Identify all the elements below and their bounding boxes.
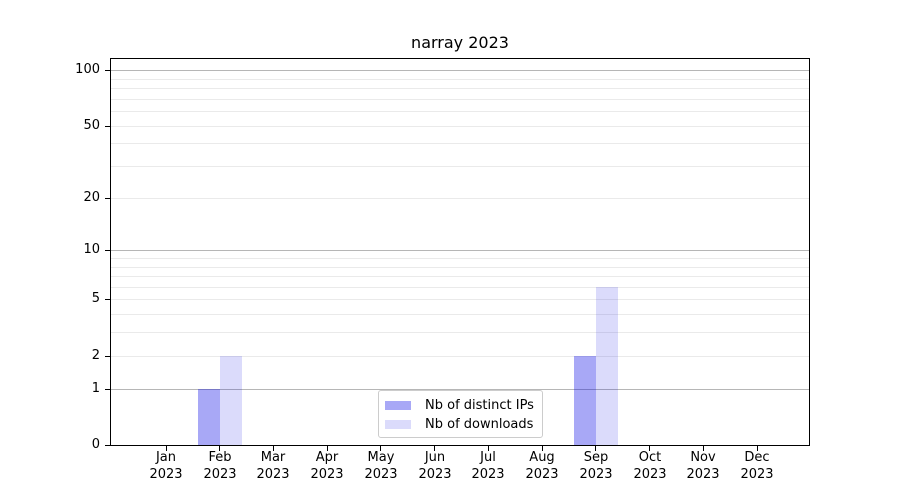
legend-item: Nb of downloads	[385, 415, 536, 434]
y-tick-label: 1	[52, 380, 100, 398]
gridline-minor	[111, 276, 809, 277]
x-tick-label-nov: Nov2023	[673, 449, 733, 483]
gridline-minor	[111, 287, 809, 288]
x-tick-label-apr: Apr2023	[297, 449, 357, 483]
x-tick-label-jul: Jul2023	[458, 449, 518, 483]
gridline-minor	[111, 198, 809, 199]
y-tick-label: 0	[52, 436, 100, 454]
gridline-minor	[111, 143, 809, 144]
x-tick-label-jun: Jun2023	[405, 449, 465, 483]
gridline-minor	[111, 356, 809, 357]
x-tick-label-oct: Oct2023	[620, 449, 680, 483]
y-tick-label: 2	[52, 347, 100, 365]
bar-feb-downloads	[220, 356, 242, 445]
gridline-minor	[111, 258, 809, 259]
y-tick-mark	[105, 198, 111, 199]
legend-swatch-downloads	[385, 420, 411, 429]
gridline-minor	[111, 332, 809, 333]
y-tick-label: 5	[52, 290, 100, 308]
y-tick-mark	[105, 299, 111, 300]
gridline-major	[111, 70, 809, 71]
y-tick-mark	[105, 70, 111, 71]
bar-sep-downloads	[596, 287, 618, 445]
x-tick-label-dec: Dec2023	[727, 449, 787, 483]
legend-label: Nb of downloads	[425, 415, 533, 434]
y-tick-mark	[105, 356, 111, 357]
y-tick-mark	[105, 126, 111, 127]
gridline-minor	[111, 314, 809, 315]
y-tick-mark	[105, 389, 111, 390]
legend: Nb of distinct IPs Nb of downloads	[378, 390, 543, 438]
chart-figure: narray 2023 0125102050100Jan2023Feb2023M…	[0, 0, 900, 500]
y-tick-label: 100	[52, 61, 100, 79]
gridline-minor	[111, 99, 809, 100]
plot-area	[110, 58, 810, 446]
gridline-minor	[111, 79, 809, 80]
x-tick-label-mar: Mar2023	[243, 449, 303, 483]
x-tick-label-aug: Aug2023	[512, 449, 572, 483]
chart-title: narray 2023	[110, 34, 810, 52]
gridline-minor	[111, 166, 809, 167]
x-tick-label-feb: Feb2023	[190, 449, 250, 483]
x-tick-label-may: May2023	[351, 449, 411, 483]
y-tick-label: 20	[52, 189, 100, 207]
gridline-major	[111, 250, 809, 251]
y-tick-label: 50	[52, 117, 100, 135]
x-tick-label-jan: Jan2023	[136, 449, 196, 483]
gridline-minor	[111, 111, 809, 112]
y-tick-mark	[105, 250, 111, 251]
gridline-minor	[111, 126, 809, 127]
legend-item: Nb of distinct IPs	[385, 396, 536, 415]
bar-sep-distinct-ips	[574, 356, 596, 445]
gridline-minor	[111, 267, 809, 268]
legend-label: Nb of distinct IPs	[425, 396, 534, 415]
y-tick-mark	[105, 445, 111, 446]
gridline-minor	[111, 299, 809, 300]
legend-swatch-distinct-ips	[385, 401, 411, 410]
y-tick-label: 10	[52, 241, 100, 259]
bar-feb-distinct-ips	[198, 389, 220, 445]
gridline-minor	[111, 88, 809, 89]
x-tick-label-sep: Sep2023	[566, 449, 626, 483]
